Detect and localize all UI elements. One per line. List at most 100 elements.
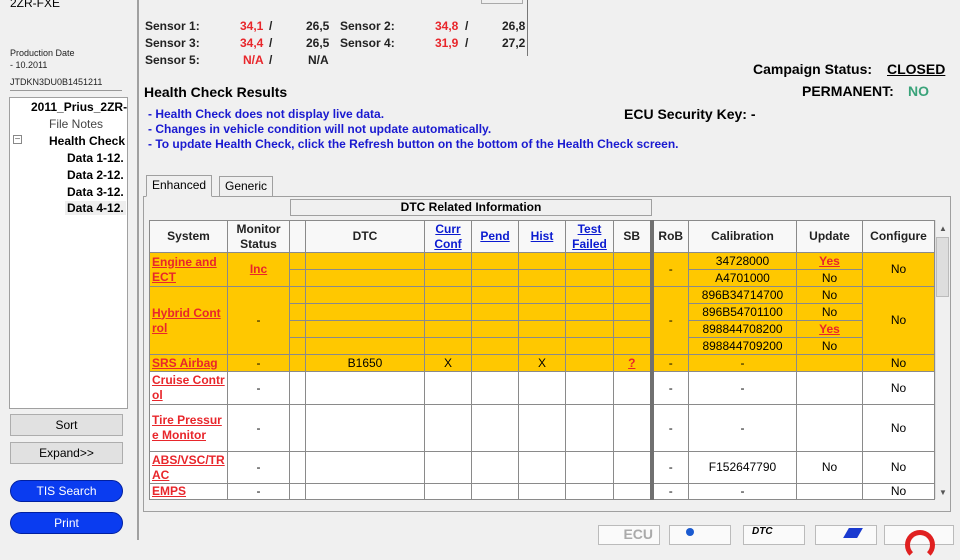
test-failed — [565, 354, 614, 372]
test-failed — [565, 371, 614, 405]
ecu-button[interactable]: ECU — [598, 525, 660, 545]
pend — [471, 269, 519, 287]
update-status: No — [796, 337, 863, 355]
system-link[interactable]: Tire Pressure Monitor — [149, 404, 228, 452]
monitor-status: - — [227, 371, 290, 405]
column-header-monitor-status: Monitor Status — [227, 220, 290, 253]
calibration: - — [688, 371, 797, 405]
test-failed — [565, 337, 614, 355]
hist — [518, 483, 566, 500]
update-status: No — [796, 303, 863, 321]
dtc-group-header: DTC Related Information — [290, 199, 652, 216]
tree-item-root[interactable]: 2011_Prius_2ZR- — [31, 100, 127, 114]
customer-info-button[interactable] — [669, 525, 731, 545]
rob: - — [649, 354, 689, 372]
configure: No — [862, 252, 935, 287]
tree-item-data-1[interactable]: Data 1-12. — [67, 151, 124, 165]
top-button-fragment[interactable] — [481, 0, 523, 4]
blank-cell — [289, 404, 306, 452]
service-bulletin — [613, 404, 652, 452]
column-header-rob: RoB — [649, 220, 689, 253]
dtc-code — [305, 303, 425, 321]
refresh-button[interactable] — [884, 525, 954, 560]
service-bulletin — [613, 451, 652, 484]
divider — [10, 90, 122, 91]
health-check-table: System Monitor Status DTC Curr Conf Pend Hist… — [149, 220, 935, 500]
service-bulletin[interactable]: ? — [613, 354, 652, 372]
scrollbar-thumb[interactable] — [936, 237, 949, 297]
splitter[interactable] — [137, 0, 139, 540]
update-status[interactable]: Yes — [796, 320, 863, 338]
column-header-hist[interactable]: Hist — [518, 220, 566, 253]
configure: No — [862, 483, 935, 500]
sort-button[interactable]: Sort — [10, 414, 123, 436]
scroll-down-icon[interactable]: ▼ — [936, 488, 950, 497]
calibration: 898844709200 — [688, 337, 797, 355]
blank-cell — [289, 320, 306, 338]
calibration: - — [688, 483, 797, 500]
sensor-5-value: N/A — [243, 53, 264, 67]
dtc-button[interactable]: DTC — [743, 525, 805, 545]
scroll-up-icon[interactable]: ▲ — [936, 224, 950, 233]
pend — [471, 286, 519, 304]
permanent-label: PERMANENT: — [802, 83, 894, 99]
monitor-status: - — [227, 483, 290, 500]
test-failed — [565, 303, 614, 321]
configure: No — [862, 404, 935, 452]
production-date: - 10.2011 — [10, 60, 48, 70]
file-tree[interactable]: 2011_Prius_2ZR- File Notes − Health Chec… — [9, 97, 128, 409]
tree-item-data-2[interactable]: Data 2-12. — [67, 168, 124, 182]
note-1: - Health Check does not display live dat… — [148, 107, 385, 121]
tree-item-data-3[interactable]: Data 3-12. — [67, 185, 124, 199]
monitor-status: - — [227, 451, 290, 484]
update-status[interactable]: Yes — [796, 252, 863, 270]
column-header-blank — [289, 220, 306, 253]
system-link[interactable]: Cruise Control — [149, 371, 228, 405]
sensor-3-value2: 26,5 — [306, 36, 330, 50]
dtc-code — [305, 451, 425, 484]
expand-button[interactable]: Expand>> — [10, 442, 123, 464]
tab-enhanced[interactable]: Enhanced — [146, 175, 213, 197]
page-title: Health Check Results — [144, 84, 288, 100]
column-header-test-failed[interactable]: Test Failed — [565, 220, 614, 253]
table-row: ABS/VSC/TRAC - - F152647790 No No — [149, 451, 935, 484]
service-bulletin — [613, 320, 652, 338]
sensor-2-value: 34,8 — [435, 19, 459, 33]
rob: - — [649, 371, 689, 405]
calibration: 896B54701100 — [688, 303, 797, 321]
monitor-status: - — [227, 354, 290, 372]
service-bulletin — [613, 269, 652, 287]
tis-search-button[interactable]: TIS Search — [10, 480, 123, 502]
system-link[interactable]: Hybrid Control — [149, 286, 228, 355]
pend — [471, 483, 519, 500]
blank-cell — [289, 303, 306, 321]
test-failed — [565, 483, 614, 500]
column-header-pend[interactable]: Pend — [471, 220, 519, 253]
system-link[interactable]: SRS Airbag — [149, 354, 228, 372]
test-failed — [565, 451, 614, 484]
tool-button[interactable] — [815, 525, 877, 545]
system-link[interactable]: ABS/VSC/TRAC — [149, 451, 228, 484]
table-row: EMPS - - - No — [149, 483, 935, 500]
collapse-icon[interactable]: − — [13, 135, 22, 145]
tab-generic[interactable]: Generic — [219, 176, 274, 196]
system-link[interactable]: EMPS — [149, 483, 228, 500]
campaign-status-value[interactable]: CLOSED — [887, 61, 945, 77]
table-row: SRS Airbag - B1650 X X? - - No — [149, 354, 935, 372]
column-header-curr-conf[interactable]: Curr Conf — [424, 220, 472, 253]
column-header-calibration: Calibration — [688, 220, 797, 253]
monitor-status[interactable]: Inc — [227, 252, 290, 287]
calibration: F152647790 — [688, 451, 797, 484]
tree-item-health-check[interactable]: Health Check — [49, 134, 125, 148]
column-header-configure: Configure — [862, 220, 935, 253]
configure: No — [862, 371, 935, 405]
tree-item-data-4[interactable]: Data 4-12. — [65, 201, 126, 215]
tree-item-file-notes[interactable]: File Notes — [49, 117, 103, 131]
dtc-code — [305, 252, 425, 270]
system-link[interactable]: Engine and ECT — [149, 252, 228, 287]
pend — [471, 451, 519, 484]
curr-conf — [424, 252, 472, 270]
curr-conf — [424, 483, 472, 500]
print-button[interactable]: Print — [10, 512, 123, 534]
curr-conf — [424, 286, 472, 304]
